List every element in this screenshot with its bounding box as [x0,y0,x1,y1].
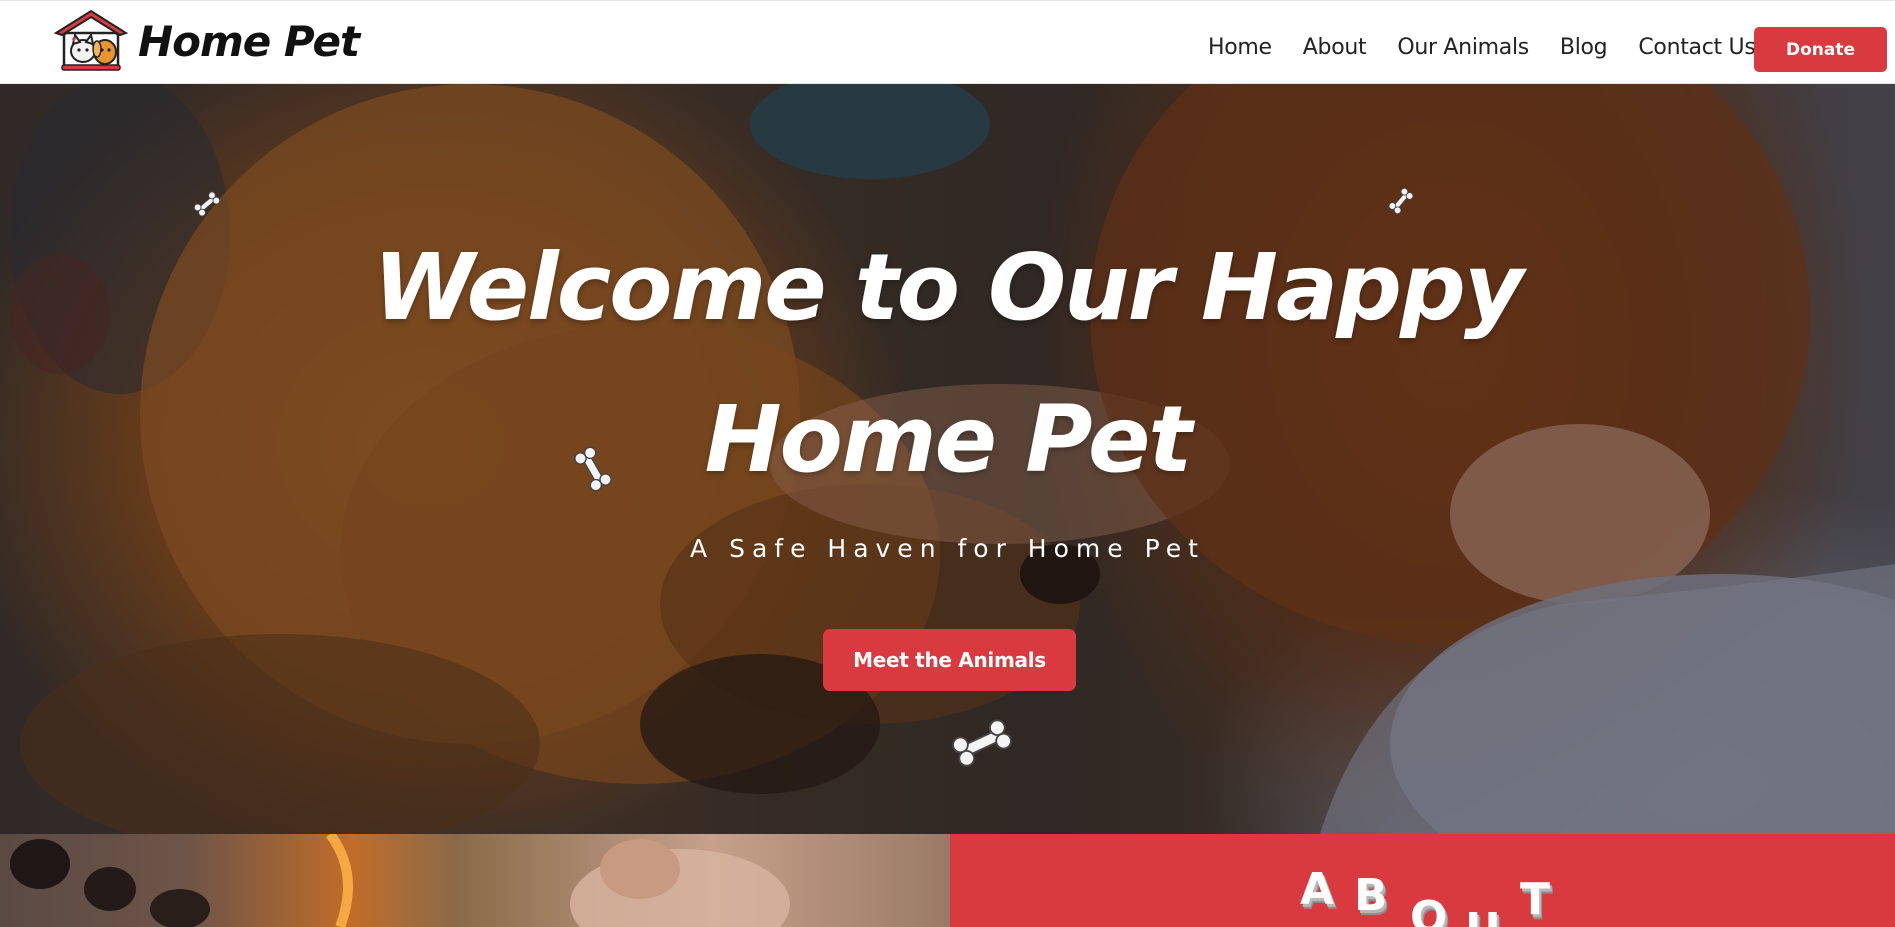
meet-the-animals-button[interactable]: Meet the Animals [823,629,1076,691]
about-heading-letter: U [1465,904,1501,927]
about-heading-letter: B [1354,870,1388,921]
hero-section: Welcome to Our Happy Home Pet A Safe Hav… [0,84,1895,834]
brand-name: Home Pet [138,16,360,66]
dog-bone-icon [952,719,1012,767]
nav-blog[interactable]: Blog [1560,35,1608,60]
site-header: Home Pet Home About Our Animals Blog Con… [0,0,1895,84]
nav-about[interactable]: About [1303,35,1367,60]
nav-contact-us[interactable]: Contact Us [1638,35,1755,60]
nav-our-animals[interactable]: Our Animals [1397,35,1529,60]
nav-home[interactable]: Home [1208,35,1272,60]
hero-title-line-2: Home Pet [704,386,1193,493]
about-heading-letter: O [1410,892,1448,927]
home-pet-logo-icon [53,9,129,71]
main-nav: Home About Our Animals Blog Contact Us [1208,1,1787,93]
about-heading-letter: A [1300,864,1335,915]
brand-logo[interactable]: Home Pet [50,9,360,73]
about-photo [0,834,950,927]
donate-button[interactable]: Donate [1754,27,1887,72]
hero-subtitle: A Safe Haven for Home Pet [690,534,1205,563]
hero-title: Welcome to Our Happy Home Pet [0,212,1895,516]
about-panel: A B O U T [950,834,1895,927]
hero-title-line-1: Welcome to Our Happy [373,234,1524,341]
about-photo-image [10,834,790,927]
about-heading-letter: T [1520,874,1551,925]
